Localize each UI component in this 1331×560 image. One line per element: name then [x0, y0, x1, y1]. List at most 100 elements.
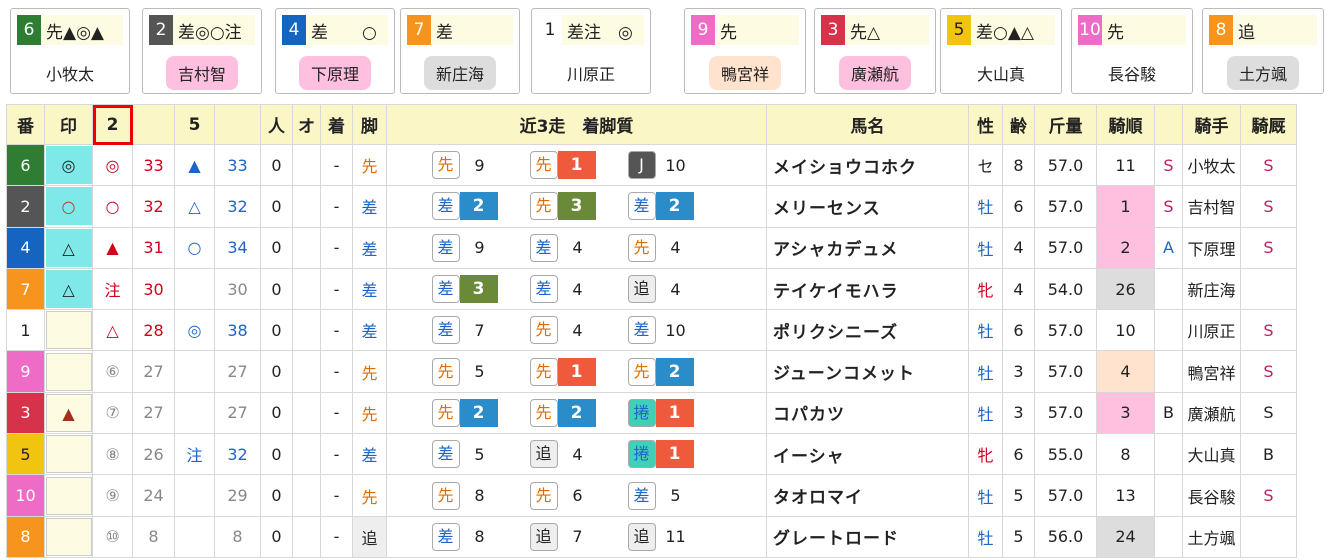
prediction-card[interactable]: 8 追土方颯	[1202, 8, 1324, 94]
jockey-name[interactable]: 吉村智	[1182, 185, 1241, 228]
jockey-name-pill[interactable]: 廣瀬航	[838, 56, 912, 90]
table-row[interactable]: 5 ⑧ 26 注 32 0- 差差 5 追 4 捲 1 イーシャ牝 6 55.0 8 大山真 B	[6, 433, 1297, 476]
recent-race[interactable]: 追4	[529, 440, 628, 469]
recent-race[interactable]: 先2	[627, 357, 726, 386]
mark-cell[interactable]: ▲	[44, 391, 93, 435]
col-sex[interactable]: 性	[968, 104, 1003, 145]
jockey-name[interactable]: 廣瀬航	[1182, 391, 1241, 435]
horse-name[interactable]: タオロマイ	[766, 474, 969, 517]
horse-name[interactable]: ポリクシニーズ	[766, 309, 969, 352]
mark-box[interactable]: ▲	[45, 393, 92, 432]
recent-race[interactable]: 追4	[627, 275, 726, 304]
prediction-card[interactable]: 5 差○▲△ 大山真	[940, 8, 1062, 94]
jockey-name[interactable]: 下原理	[1182, 226, 1241, 269]
recent-race[interactable]: 差3	[431, 275, 530, 304]
jockey-name-pill[interactable]: 新庄海	[423, 56, 497, 90]
mark-box[interactable]	[45, 476, 92, 515]
recent-race[interactable]: J 10	[627, 151, 726, 180]
recent-race[interactable]: 差2	[627, 192, 726, 221]
jockey-name[interactable]: 長谷駿	[1182, 474, 1241, 517]
recent-race[interactable]: 差4	[529, 233, 628, 262]
table-row[interactable]: 7 △ 注 30 30 0- 差差 3 差 4 追 4 テイケイモハラ牝 4 54.0 26 新庄海	[6, 267, 1297, 311]
prediction-card[interactable]: 4差 ○ 下原理	[275, 8, 395, 94]
jockey-name[interactable]: 小牧太	[1182, 143, 1241, 187]
jockey-name-pill[interactable]: 小牧太	[33, 56, 107, 90]
recent-race[interactable]: 差 10	[627, 316, 726, 345]
prediction-card[interactable]: 3 先△ 廣瀬航	[814, 8, 936, 94]
recent-race[interactable]: 先1	[529, 357, 628, 386]
jockey-name-pill[interactable]: 土方颯	[1226, 56, 1300, 90]
mark-box[interactable]	[45, 352, 92, 391]
jockey-name-pill[interactable]: 川原正	[554, 56, 628, 90]
table-row[interactable]: 9 ⑥ 27 27 0- 先先 5 先 1 先 2 ジューンコメット牡 3 57.0 4 鴨宮祥 S	[6, 350, 1297, 393]
jockey-name-pill[interactable]: 大山真	[964, 56, 1038, 90]
prediction-card[interactable]: 9 先鴨宮祥	[684, 8, 806, 94]
prediction-card[interactable]: 7 差新庄海	[400, 8, 520, 94]
col-jockey[interactable]: 騎手	[1182, 104, 1241, 145]
recent-race[interactable]: 先6	[529, 481, 628, 510]
horse-name[interactable]: ジューンコメット	[766, 350, 969, 393]
col-ashi[interactable]: 脚	[352, 104, 387, 145]
mark-cell[interactable]: △	[44, 226, 93, 269]
mark-cell[interactable]: ○	[44, 185, 93, 228]
horse-name[interactable]: グレートロード	[766, 515, 969, 558]
recent-race[interactable]: 先4	[529, 316, 628, 345]
col-ban[interactable]: 番	[6, 104, 45, 145]
recent-race[interactable]: 差5	[627, 481, 726, 510]
table-row[interactable]: 3 ▲ ⑦ 27 27 0- 先先 2 先 2 捲 1 コパカツ牡 3 57.0 3 B 廣瀬航 S	[6, 391, 1297, 435]
col-horse[interactable]: 馬名	[766, 104, 969, 145]
prediction-card[interactable]: 10 先長谷駿	[1071, 8, 1193, 94]
jockey-name[interactable]: 大山真	[1182, 433, 1241, 476]
recent-race[interactable]: 先2	[431, 398, 530, 427]
jockey-name[interactable]: 川原正	[1182, 309, 1241, 352]
recent-race[interactable]: 差8	[431, 522, 530, 551]
col-hito[interactable]: 人	[260, 104, 293, 145]
recent-race[interactable]: 差5	[431, 440, 530, 469]
col-predictor-2[interactable]: 5	[174, 104, 215, 145]
horse-name[interactable]: テイケイモハラ	[766, 267, 969, 311]
col-predictor-1[interactable]: 2	[92, 104, 133, 145]
mark-cell[interactable]	[44, 474, 93, 517]
mark-box[interactable]: △	[45, 228, 92, 267]
recent-race[interactable]: 追7	[529, 522, 628, 551]
recent-race[interactable]: 先5	[431, 357, 530, 386]
mark-box[interactable]	[45, 517, 92, 556]
col-kireki[interactable]: 騎厩	[1240, 104, 1297, 145]
horse-name[interactable]: メリーセンス	[766, 185, 969, 228]
col-kijun[interactable]: 騎順	[1096, 104, 1155, 145]
mark-box[interactable]: ○	[45, 187, 92, 226]
horse-name[interactable]: イーシャ	[766, 433, 969, 476]
table-row[interactable]: 1 △ 28 ◎ 38 0- 差差 7 先 4 差 10 ポリクシニーズ牡 6 57.0 10 川原正 S	[6, 309, 1297, 352]
jockey-name[interactable]: 新庄海	[1182, 267, 1241, 311]
table-row[interactable]: 4 △ ▲ 31 ○ 34 0- 差差 9 差 4 先 4 アシャカデュメ牡 4 57.0 2 A 下原理 S	[6, 226, 1297, 269]
prediction-card[interactable]: 1 差注 ◎ 川原正	[531, 8, 651, 94]
jockey-name-pill[interactable]: 下原理	[298, 56, 372, 90]
mark-box[interactable]	[45, 311, 92, 350]
recent-race[interactable]: 追 11	[627, 522, 726, 551]
mark-box[interactable]: △	[45, 270, 92, 309]
mark-cell[interactable]: ◎	[44, 143, 93, 187]
table-row[interactable]: 10 ⑨ 24 29 0- 先先 8 先 6 差 5 タオロマイ牡 5 57.0 13 長谷駿 S	[6, 474, 1297, 517]
recent-race[interactable]: 先4	[627, 233, 726, 262]
col-shirushi[interactable]: 印	[44, 104, 93, 145]
prediction-card[interactable]: 6 先▲◎▲ 小牧太	[10, 8, 130, 94]
prediction-card[interactable]: 2 差◎○注 吉村智	[142, 8, 262, 94]
mark-box[interactable]: ◎	[45, 146, 92, 185]
mark-cell[interactable]	[44, 515, 93, 558]
horse-name[interactable]: アシャカデュメ	[766, 226, 969, 269]
col-age[interactable]: 齢	[1002, 104, 1035, 145]
recent-race[interactable]: 差4	[529, 275, 628, 304]
mark-cell[interactable]	[44, 309, 93, 352]
recent-race[interactable]: 差9	[431, 233, 530, 262]
recent-race[interactable]: 捲1	[627, 440, 726, 469]
mark-cell[interactable]: △	[44, 267, 93, 311]
recent-race[interactable]: 先2	[529, 398, 628, 427]
jockey-name-pill[interactable]: 吉村智	[165, 56, 239, 90]
jockey-name-pill[interactable]: 長谷駿	[1095, 56, 1169, 90]
table-row[interactable]: 8 ⑩ 8 8 0- 追差 8 追 7 追 11 グレートロード牡 5 56.0 24 土方颯	[6, 515, 1297, 558]
recent-race[interactable]: 先3	[529, 192, 628, 221]
mark-box[interactable]	[45, 435, 92, 474]
table-row[interactable]: 2 ○ ○ 32 △ 32 0- 差差 2 先 3 差 2 メリーセンス牡 6 57.0 1 S 吉村智 S	[6, 185, 1297, 228]
col-o[interactable]: オ	[292, 104, 321, 145]
jockey-name[interactable]: 土方颯	[1182, 515, 1241, 558]
